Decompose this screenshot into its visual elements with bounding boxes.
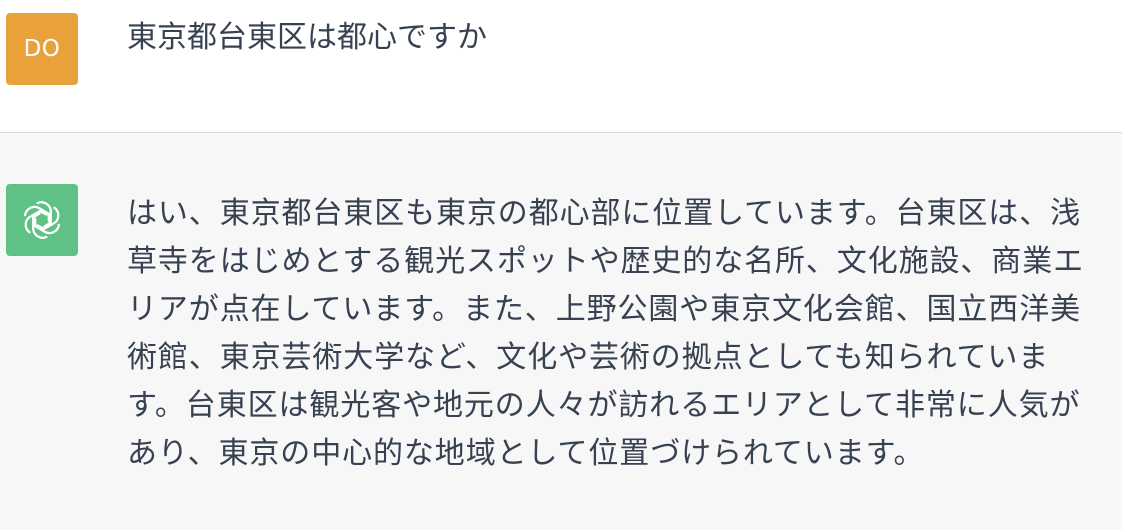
- user-message: DO 東京都台東区は都心ですか: [0, 0, 1122, 133]
- user-avatar: DO: [6, 13, 78, 85]
- user-message-text: 東京都台東区は都心ですか: [127, 20, 487, 55]
- assistant-avatar: [6, 184, 78, 256]
- assistant-message-text: はい、東京都台東区も東京の都心部に位置しています。台東区は、浅草寺をはじめとする…: [127, 196, 1084, 471]
- user-avatar-initials: DO: [23, 36, 61, 62]
- assistant-message: はい、東京都台東区も東京の都心部に位置しています。台東区は、浅草寺をはじめとする…: [0, 133, 1122, 530]
- chat-thread: DO 東京都台東区は都心ですか はい、東京都台東区も東京の都心部に位置しています…: [0, 0, 1122, 530]
- openai-logo-icon: [21, 201, 63, 239]
